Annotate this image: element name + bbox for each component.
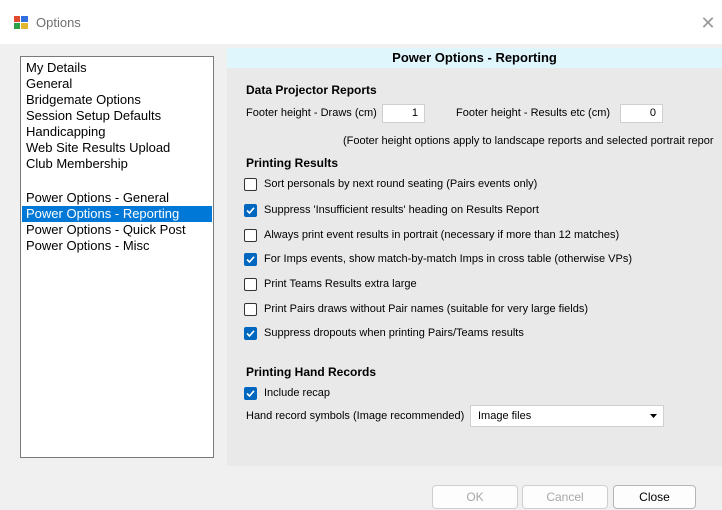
checkmark-icon — [244, 327, 257, 340]
checkmark-icon — [244, 387, 257, 400]
nav-item-my-details[interactable]: My Details — [22, 60, 212, 76]
footer-draws-label: Footer height - Draws (cm) — [246, 107, 377, 119]
hand-record-symbols-select[interactable]: Image files — [470, 405, 664, 427]
hand-record-symbols-label: Hand record symbols (Image recommended) — [246, 410, 465, 422]
footer-draws-input[interactable]: 1 — [382, 104, 425, 123]
checkbox-unchecked-icon — [244, 178, 257, 191]
checkmark-icon — [244, 253, 257, 266]
nav-item-session-setup-defaults[interactable]: Session Setup Defaults — [22, 108, 212, 124]
nav-item-power-options-misc[interactable]: Power Options - Misc — [22, 238, 212, 254]
ok-button[interactable]: OK — [432, 485, 518, 509]
options-panel: Power Options - Reporting Data Projector… — [227, 48, 722, 466]
footer-note: (Footer height options apply to landscap… — [343, 135, 714, 147]
options-category-list[interactable]: My Details General Bridgemate Options Se… — [20, 56, 214, 458]
close-window-icon[interactable]: ✕ — [696, 11, 720, 35]
printing-results-heading: Printing Results — [246, 156, 339, 170]
nav-item-web-site-results-upload[interactable]: Web Site Results Upload — [22, 140, 212, 156]
checkbox-unchecked-icon — [244, 303, 257, 316]
close-button[interactable]: Close — [613, 485, 696, 509]
printing-hand-records-heading: Printing Hand Records — [246, 365, 377, 379]
nav-item-handicapping[interactable]: Handicapping — [22, 124, 212, 140]
options-app-icon — [14, 16, 28, 29]
checkbox-unchecked-icon — [244, 229, 257, 242]
hand-record-symbols-value: Image files — [478, 410, 532, 422]
cancel-button[interactable]: Cancel — [522, 485, 608, 509]
nav-item-power-options-reporting[interactable]: Power Options - Reporting — [22, 206, 212, 222]
window-title: Options — [36, 15, 81, 30]
nav-item-power-options-quick-post[interactable]: Power Options - Quick Post — [22, 222, 212, 238]
checkbox-unchecked-icon — [244, 278, 257, 291]
panel-title: Power Options - Reporting — [227, 48, 722, 68]
title-bar: Options ✕ — [0, 0, 722, 44]
footer-results-input[interactable]: 0 — [620, 104, 663, 123]
nav-item-club-membership[interactable]: Club Membership — [22, 156, 212, 172]
data-projector-heading: Data Projector Reports — [246, 83, 377, 97]
nav-item-general[interactable]: General — [22, 76, 212, 92]
nav-item-bridgemate-options[interactable]: Bridgemate Options — [22, 92, 212, 108]
nav-item-power-options-general[interactable]: Power Options - General — [22, 190, 212, 206]
checkmark-icon — [244, 204, 257, 217]
footer-results-label: Footer height - Results etc (cm) — [456, 107, 611, 119]
dropdown-arrow-icon — [650, 414, 657, 418]
